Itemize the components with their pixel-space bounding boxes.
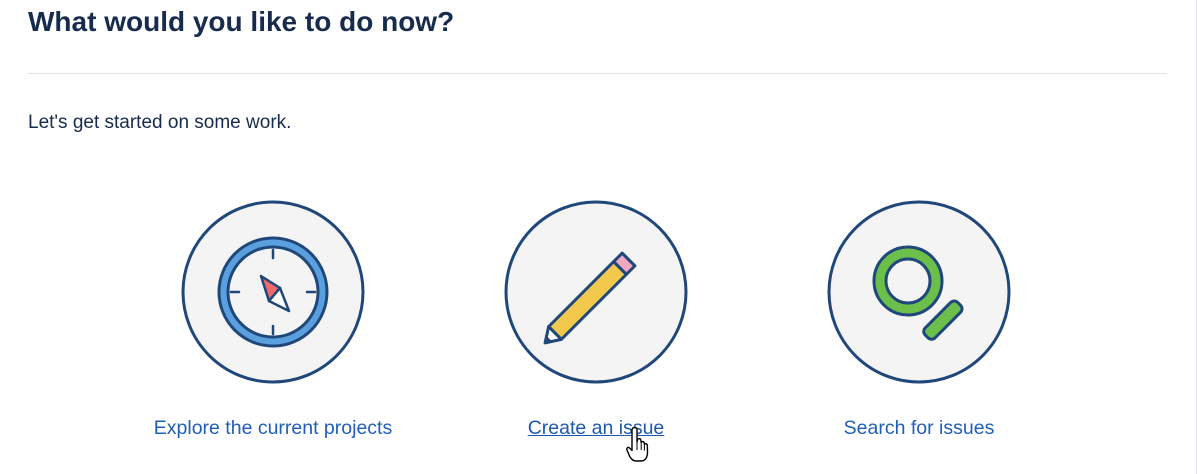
pencil-icon[interactable] (504, 200, 688, 384)
start-panel: What would you like to do now? Let's get… (0, 0, 1197, 474)
page-title: What would you like to do now? (28, 6, 455, 37)
compass-icon[interactable] (181, 200, 365, 384)
explore-projects-link[interactable]: Explore the current projects (143, 415, 403, 441)
action-search-issues: Search for issues (789, 200, 1049, 450)
hand-pointer-icon (626, 427, 649, 462)
magnifier-icon[interactable] (827, 200, 1011, 384)
search-issues-link[interactable]: Search for issues (789, 415, 1049, 441)
title-divider (28, 73, 1167, 74)
intro-text: Let's get started on some work. (28, 112, 292, 133)
create-issue-link[interactable]: Create an issue (466, 415, 726, 441)
action-explore-projects: Explore the current projects (143, 200, 403, 450)
action-create-issue: Create an issue (466, 200, 726, 450)
